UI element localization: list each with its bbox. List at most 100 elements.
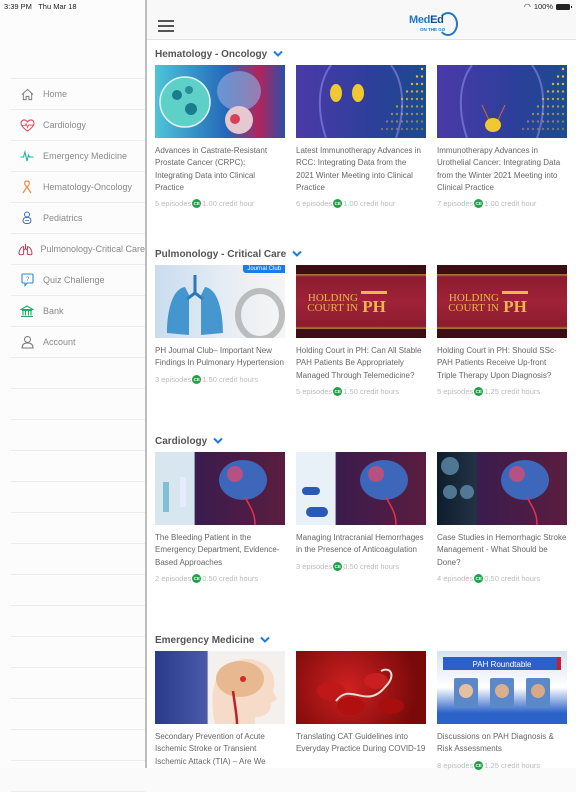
decorative-dot: [400, 112, 404, 116]
decorative-dot: [551, 105, 555, 108]
course-card[interactable]: HOLDING COURT IN PH Holding Court in PH: C…: [296, 265, 426, 396]
decorative-dot: [531, 120, 535, 123]
course-thumbnail: [296, 65, 426, 138]
course-meta: 3 episodes CE 0.50 credit hours: [296, 561, 426, 571]
credit-hours: 1.50 credit hours: [202, 374, 259, 384]
decorative-dot: [556, 90, 560, 93]
decorative-dot: [556, 112, 560, 116]
course-thumbnail: [296, 651, 426, 724]
chevron-down-icon: [213, 437, 223, 444]
course-thumbnail: HOLDING COURT IN PH: [437, 265, 567, 338]
section-header[interactable]: Emergency Medicine: [155, 632, 570, 648]
sidebar-empty-row: [11, 358, 145, 389]
section-pulmonology-critical-care: Pulmonology - Critical Care Journal Club…: [155, 246, 570, 396]
decorative-dot: [420, 105, 424, 108]
section-header[interactable]: Cardiology: [155, 433, 570, 449]
decorative-dot: [415, 75, 419, 78]
decorative-dot: [410, 97, 414, 101]
sidebar-item-cardiology[interactable]: Cardiology: [11, 110, 145, 141]
sidebar-menu: Home Cardiology Emergency Medicine Hemat…: [11, 78, 145, 792]
course-card[interactable]: Immunotherapy Advances in Urothelial Can…: [437, 65, 567, 209]
sidebar-item-bank[interactable]: Bank: [11, 296, 145, 327]
sidebar-empty-row: [11, 668, 145, 699]
course-card[interactable]: Journal Club PH Journal Club– Important …: [155, 265, 285, 396]
decorative-dot: [551, 112, 555, 116]
credit-hours: 1.00 credit hour: [484, 199, 537, 209]
episode-count: 5 episodes: [437, 386, 474, 396]
decorative-dot: [546, 97, 550, 101]
decorative-dot: [561, 112, 565, 116]
course-card[interactable]: Managing Intracranial Hemorrhages in the…: [296, 452, 426, 583]
course-title: Translating CAT Guidelines into Everyday…: [296, 732, 426, 754]
baby-icon: [11, 211, 43, 225]
course-meta: 2 episodes CE 0.50 credit hours: [155, 573, 285, 583]
decorative-dot: [420, 82, 424, 86]
sidebar-item-emergency-medicine[interactable]: Emergency Medicine: [11, 141, 145, 172]
sidebar-empty-row: [11, 575, 145, 606]
course-card[interactable]: Translating CAT Guidelines into Everyday…: [296, 651, 426, 770]
course-card[interactable]: HOLDING COURT IN PH Holding Court in PH: S…: [437, 265, 567, 396]
decorative-dot: [390, 112, 394, 116]
course-title: Secondary Prevention of Acute Ischemic S…: [155, 732, 266, 766]
decorative-dot: [546, 120, 550, 123]
episode-count: 3 episodes: [155, 374, 192, 384]
chevron-down-icon: [292, 250, 302, 257]
sidebar-item-quiz-challenge[interactable]: ? Quiz Challenge: [11, 265, 145, 296]
ce-badge-icon: CE: [192, 573, 202, 583]
decorative-dot: [551, 90, 555, 93]
course-card[interactable]: PAH Roundtable Discussions on PAH Diagno…: [437, 651, 567, 770]
user-icon: [11, 335, 43, 349]
decorative-dot: [541, 112, 545, 116]
credit-hours: 0.50 credit hours: [343, 561, 400, 571]
main-content: MedEd ON THE GO Hematology - Oncology Ad…: [147, 0, 576, 770]
wifi-icon: ◠: [523, 2, 531, 11]
credit-hours: 1.25 credit hours: [484, 386, 541, 396]
sidebar-item-label: Emergency Medicine: [43, 151, 128, 161]
episode-count: 8 episodes: [437, 760, 474, 770]
decorative-dot: [415, 127, 419, 131]
decorative-dot: [420, 75, 424, 78]
decorative-dot: [551, 127, 555, 131]
decorative-dot: [385, 127, 389, 131]
decorative-dot: [410, 120, 414, 123]
svg-text:?: ?: [25, 277, 29, 283]
credit-hours: 0.50 credit hours: [484, 573, 541, 583]
decorative-dot: [546, 127, 550, 131]
sidebar-empty-row: [11, 482, 145, 513]
sidebar-item-home[interactable]: Home: [11, 79, 145, 110]
section-title: Emergency Medicine: [155, 634, 255, 646]
episode-count: 7 episodes: [437, 199, 474, 209]
course-card[interactable]: Advances in Castrate-Resistant Prostate …: [155, 65, 285, 209]
sidebar-item-label: Bank: [43, 306, 64, 316]
sidebar-item-pulmonology-critical-care[interactable]: Pulmonology-Critical Care: [11, 234, 145, 265]
sidebar-item-account[interactable]: Account: [11, 327, 145, 358]
svg-text:COURT IN: COURT IN: [448, 302, 499, 314]
decorative-dot: [420, 97, 424, 101]
question-bubble-icon: ?: [11, 273, 43, 287]
decorative-dot: [395, 112, 399, 116]
ce-badge-icon: CE: [474, 760, 484, 770]
bank-icon: [11, 304, 43, 318]
section-header[interactable]: Pulmonology - Critical Care: [155, 246, 570, 262]
sidebar-item-label: Hematology-Oncology: [43, 182, 133, 192]
course-thumbnail: [437, 452, 567, 525]
decorative-dot: [531, 127, 535, 131]
sidebar-empty-row: [11, 606, 145, 637]
sidebar-empty-row: [11, 451, 145, 482]
hamburger-menu-icon[interactable]: [158, 20, 174, 32]
section-header[interactable]: Hematology - Oncology: [155, 46, 570, 62]
credit-hours: 0.50 credit hours: [202, 573, 259, 583]
course-card[interactable]: Latest Immunotherapy Advances in RCC: In…: [296, 65, 426, 209]
section-title: Pulmonology - Critical Care: [155, 248, 287, 260]
decorative-dot: [410, 82, 414, 86]
course-thumbnail: PAH Roundtable: [437, 651, 567, 724]
course-thumbnail: [155, 651, 285, 724]
sidebar-item-label: Pediatrics: [43, 213, 83, 223]
course-card[interactable]: The Bleeding Patient in the Emergency De…: [155, 452, 285, 583]
course-card[interactable]: Case Studies in Hemorrhagic Stroke Manag…: [437, 452, 567, 583]
decorative-dot: [415, 90, 419, 93]
sidebar-item-pediatrics[interactable]: Pediatrics: [11, 203, 145, 234]
sidebar-item-hematology-oncology[interactable]: Hematology-Oncology: [11, 172, 145, 203]
decorative-dot: [420, 67, 424, 71]
course-card[interactable]: Secondary Prevention of Acute Ischemic S…: [155, 651, 285, 770]
